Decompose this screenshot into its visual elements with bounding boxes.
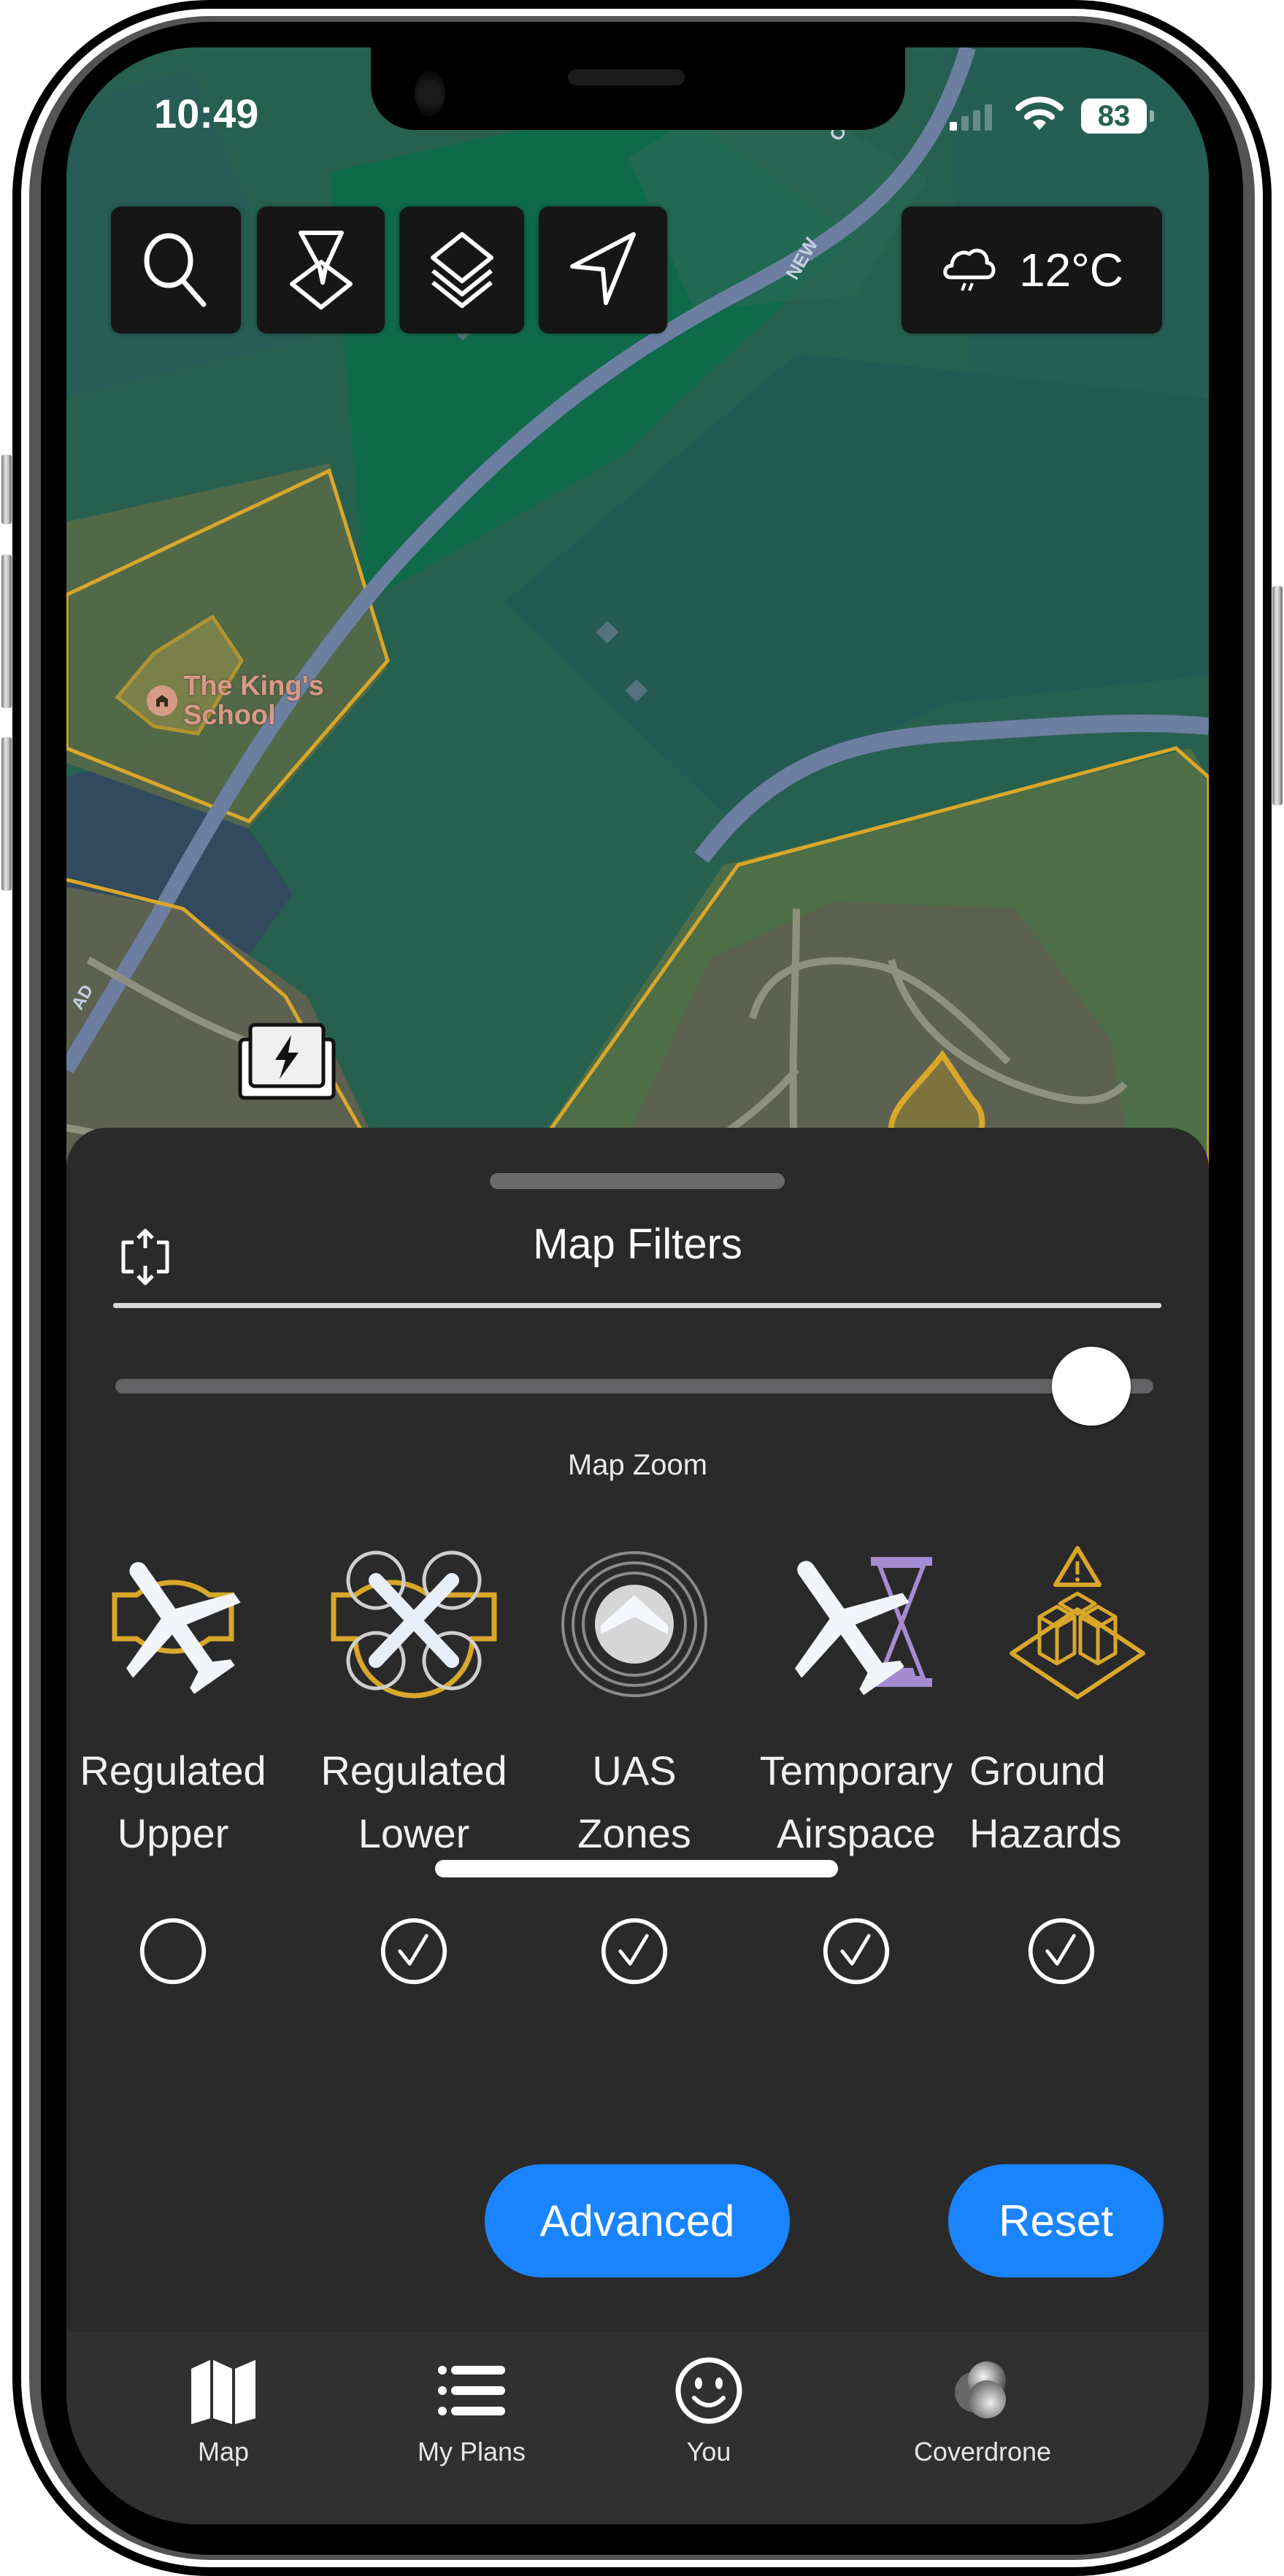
battery-indicator: 83 [1081,99,1147,134]
tab-map[interactable]: Map [114,2354,333,2467]
power-button [1272,586,1283,805]
volume-down-button [1,737,12,891]
checked-circle-icon[interactable] [379,1916,449,1986]
tab-you[interactable]: You [599,2354,818,2467]
wifi-icon [1015,96,1064,130]
smiley-icon [675,2357,742,2424]
filter-label: UAS Zones [577,1748,691,1856]
weather-temperature: 12°C [1019,244,1123,296]
map-zoom-slider-track[interactable] [115,1379,1153,1393]
layers-button[interactable] [399,207,524,334]
weather-widget[interactable]: 12°C [902,207,1162,334]
filter-label: Ground Hazards [969,1748,1122,1856]
drop-pin-button[interactable] [257,207,385,334]
checked-circle-icon[interactable] [1026,1916,1096,1986]
school-label-line1: The King's [183,671,324,701]
battery-cap [1150,110,1154,122]
filter-label: Regulated Lower [320,1748,507,1856]
filter-label: Temporary Airspace [759,1748,953,1856]
tab-my-plans[interactable]: My Plans [362,2354,581,2467]
regulated-upper-icon [112,1562,241,1694]
filter-temporary-airspace[interactable]: Temporary Airspace [747,1544,966,1986]
filter-regulated-lower[interactable]: Regulated Lower [304,1544,523,1986]
advanced-button[interactable]: Advanced [485,2164,790,2277]
checked-circle-icon[interactable] [821,1916,891,1986]
coverdrone-logo-icon [955,2361,1006,2418]
map-filters-sheet: Map Filters Map Zoom Regulated Upper Reg… [66,1128,1209,2524]
front-camera [415,71,445,116]
locate-button[interactable] [539,207,667,334]
map-icon [191,2360,255,2424]
tab-coverdrone[interactable]: Coverdrone [873,2354,1092,2467]
search-button[interactable] [111,207,241,334]
reset-button[interactable]: Reset [948,2164,1164,2277]
sheet-grabber[interactable] [490,1173,785,1189]
silent-switch [1,455,12,524]
tab-bar: Map My Plans You Coverdrone [66,2332,1209,2524]
checked-circle-icon[interactable] [599,1916,669,1986]
school-label-line2: School [183,700,276,731]
screen: OAD NEW AD The King's School 10:49 [66,47,1209,2524]
layers-icon [430,232,493,308]
filter-label: Regulated Upper [80,1748,266,1856]
tab-label: You [686,2437,731,2467]
location-arrow-icon [570,232,636,305]
regulated-lower-icon [331,1550,497,1699]
sheet-title: Map Filters [533,1220,742,1268]
tab-label: Map [197,2437,250,2467]
filter-regulated-upper[interactable]: Regulated Upper [66,1544,282,1986]
speaker-grille [568,69,685,85]
battery-level: 83 [1097,99,1131,132]
unchecked-circle-icon[interactable] [138,1916,208,1986]
cellular-signal-icon [950,104,992,131]
tab-label: Coverdrone [913,2437,1052,2467]
charging-station-icon [238,1023,336,1100]
charging-station-marker[interactable] [237,1022,337,1101]
cloud-rain-icon [943,248,996,291]
filter-ground-hazards[interactable]: Ground Hazards [968,1544,1187,1986]
title-divider [113,1303,1161,1308]
status-time: 10:49 [154,91,259,137]
temporary-airspace-icon [795,1557,932,1696]
map-poi-school[interactable]: The King's School [147,672,324,730]
uas-zones-icon [561,1551,707,1697]
list-icon [438,2366,505,2415]
pin-drop-icon [289,231,353,309]
map-zoom-slider-thumb[interactable] [1051,1347,1131,1426]
school-icon [147,685,177,716]
search-icon [144,233,207,307]
ground-hazards-icon [1010,1546,1145,1699]
volume-up-button [1,555,12,708]
notch [371,47,905,130]
map-zoom-label: Map Zoom [567,1449,708,1481]
tab-label: My Plans [417,2437,526,2467]
filter-uas-zones[interactable]: UAS Zones [525,1544,744,1986]
home-indicator[interactable] [435,1860,838,1877]
